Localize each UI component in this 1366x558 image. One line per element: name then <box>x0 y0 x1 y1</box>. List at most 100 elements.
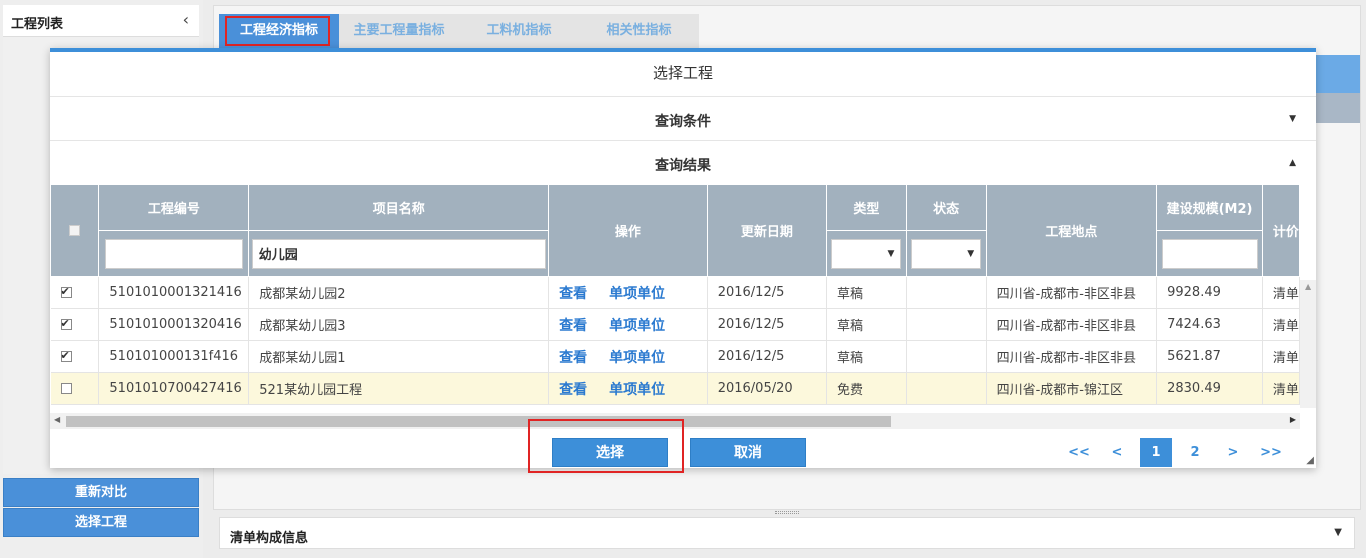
splitter-handle[interactable] <box>775 511 799 514</box>
dropdown-arrow-icon: ▼ <box>967 248 975 259</box>
expand-down-icon[interactable]: ▼ <box>1289 114 1296 124</box>
item-unit-link[interactable]: 单项单位 <box>609 382 665 398</box>
select-all-checkbox[interactable] <box>69 225 81 236</box>
next-page-button[interactable]: > <box>1214 438 1252 467</box>
item-unit-link[interactable]: 单项单位 <box>609 286 665 302</box>
page-1-button[interactable]: 1 <box>1140 438 1172 467</box>
vertical-scrollbar[interactable]: ▲ <box>1300 280 1316 408</box>
cell-operation: 查看 单项单位 <box>548 308 708 341</box>
query-results-section[interactable]: 查询结果 ▲ <box>50 140 1316 184</box>
bill-composition-label: 清单构成信息 <box>230 531 309 546</box>
project-list-title: 工程列表 <box>11 17 64 32</box>
row-checkbox[interactable] <box>60 349 72 362</box>
cell-date: 2016/12/5 <box>707 308 827 341</box>
cell-location: 四川省-成都市-锦江区 <box>986 372 1158 405</box>
cell-type: 草稿 <box>826 308 907 341</box>
status-filter-select[interactable]: ▼ <box>911 238 982 269</box>
tab-quantity-indicators[interactable]: 主要工程量指标 <box>339 14 459 48</box>
table-row[interactable]: 510101000131f416 成都某幼儿园1 查看 单项单位 2016/12/… <box>50 340 1300 373</box>
cell-pricing: 清单 <box>1262 372 1300 405</box>
project-name-filter[interactable] <box>251 238 546 269</box>
collapse-up-icon[interactable]: ▲ <box>1289 158 1296 168</box>
pagination: << < 1 2 > >> <box>1060 438 1290 467</box>
cell-scale: 5621.87 <box>1156 340 1263 373</box>
table-row[interactable]: 5101010700427416 521某幼儿园工程 查看 单项单位 2016/0… <box>50 372 1300 405</box>
cell-status <box>906 340 987 373</box>
tab-annotation-box <box>225 16 330 46</box>
resize-grip-icon[interactable]: ◢ <box>1306 455 1314 466</box>
recompare-button[interactable]: 重新对比 <box>3 478 199 507</box>
cell-scale: 7424.63 <box>1156 308 1263 341</box>
row-checkbox[interactable] <box>60 317 72 330</box>
table-row[interactable]: 5101010001321416 成都某幼儿园2 查看 单项单位 2016/12/… <box>50 276 1300 309</box>
cell-status <box>906 372 987 405</box>
table-row[interactable]: 5101010001320416 成都某幼儿园3 查看 单项单位 2016/12/… <box>50 308 1300 341</box>
col-update-date[interactable]: 更新日期 <box>706 184 827 277</box>
filter-cell-name <box>248 230 550 277</box>
cell-scale: 9928.49 <box>1156 276 1263 309</box>
cell-pricing: 清单 <box>1262 340 1300 373</box>
dropdown-arrow-icon: ▼ <box>887 248 895 259</box>
filter-cell-no <box>98 230 250 277</box>
cell-project-name: 成都某幼儿园3 <box>248 308 550 341</box>
project-no-filter[interactable] <box>104 238 243 269</box>
cell-project-no: 5101010001321416 <box>98 276 250 309</box>
cell-type: 免费 <box>826 372 907 405</box>
cell-operation: 查看 单项单位 <box>548 276 708 309</box>
filter-cell-status: ▼ <box>905 230 987 277</box>
cell-project-no: 5101010700427416 <box>98 372 250 405</box>
prev-page-button[interactable]: < <box>1098 438 1136 467</box>
cell-operation: 查看 单项单位 <box>548 372 708 405</box>
cell-project-no: 510101000131f416 <box>98 340 250 373</box>
scroll-right-icon[interactable]: ▶ <box>1290 415 1296 424</box>
type-filter-select[interactable]: ▼ <box>831 238 902 269</box>
scroll-up-icon[interactable]: ▲ <box>1305 282 1311 291</box>
select-button-annotation-box <box>528 419 684 473</box>
chevron-left-icon[interactable]: ‹ <box>183 10 189 29</box>
scale-filter[interactable] <box>1161 238 1258 269</box>
item-unit-link[interactable]: 单项单位 <box>609 350 665 366</box>
view-link[interactable]: 查看 <box>559 350 587 366</box>
first-page-button[interactable]: << <box>1060 438 1098 467</box>
page-2-button[interactable]: 2 <box>1176 438 1214 467</box>
horizontal-scroll-thumb[interactable] <box>66 416 891 427</box>
tab-correlation-indicators[interactable]: 相关性指标 <box>579 14 699 48</box>
cell-project-name: 成都某幼儿园1 <box>248 340 550 373</box>
view-link[interactable]: 查看 <box>559 318 587 334</box>
cell-status <box>906 308 987 341</box>
row-checkbox-cell <box>50 276 100 309</box>
row-checkbox[interactable] <box>60 285 72 298</box>
last-page-button[interactable]: >> <box>1252 438 1290 467</box>
col-scale[interactable]: 建设规模(M2) <box>1156 184 1263 231</box>
item-unit-link[interactable]: 单项单位 <box>609 318 665 334</box>
cancel-button[interactable]: 取消 <box>690 438 806 467</box>
query-conditions-label: 查询条件 <box>655 114 711 130</box>
cell-date: 2016/12/5 <box>707 340 827 373</box>
cell-type: 草稿 <box>826 340 907 373</box>
results-table: 工程编号 项目名称 操作 更新日期 类型 状态 工程地点 建设规模(M2) 计价… <box>50 184 1300 405</box>
select-project-dialog: 选择工程 查询条件 ▼ 查询结果 ▲ 工程编号 项目名称 操作 更新日期 类型 <box>50 48 1316 468</box>
row-checkbox[interactable] <box>60 383 72 394</box>
select-project-button[interactable]: 选择工程 <box>3 508 199 537</box>
cell-pricing: 清单 <box>1262 276 1300 309</box>
expand-down-icon[interactable]: ▼ <box>1334 527 1342 538</box>
view-link[interactable]: 查看 <box>559 382 587 398</box>
scroll-left-icon[interactable]: ◀ <box>54 415 60 424</box>
col-location[interactable]: 工程地点 <box>985 184 1158 277</box>
cell-date: 2016/05/20 <box>707 372 827 405</box>
query-conditions-section[interactable]: 查询条件 ▼ <box>50 96 1316 140</box>
col-project-no[interactable]: 工程编号 <box>98 184 250 231</box>
view-link[interactable]: 查看 <box>559 286 587 302</box>
cell-scale: 2830.49 <box>1156 372 1263 405</box>
cell-project-no: 5101010001320416 <box>98 308 250 341</box>
col-type[interactable]: 类型 <box>825 184 907 231</box>
col-status[interactable]: 状态 <box>905 184 987 231</box>
dialog-title: 选择工程 <box>652 64 713 82</box>
bill-composition-section: 清单构成信息 ▼ <box>219 517 1355 549</box>
project-list-header: 工程列表 ‹ <box>3 5 199 37</box>
cell-location: 四川省-成都市-非区非县 <box>986 340 1158 373</box>
tab-material-indicators[interactable]: 工料机指标 <box>459 14 579 48</box>
col-project-name[interactable]: 项目名称 <box>248 184 550 231</box>
col-pricing[interactable]: 计价 <box>1261 184 1300 277</box>
results-grid: 工程编号 项目名称 操作 更新日期 类型 状态 工程地点 建设规模(M2) 计价… <box>50 184 1300 409</box>
